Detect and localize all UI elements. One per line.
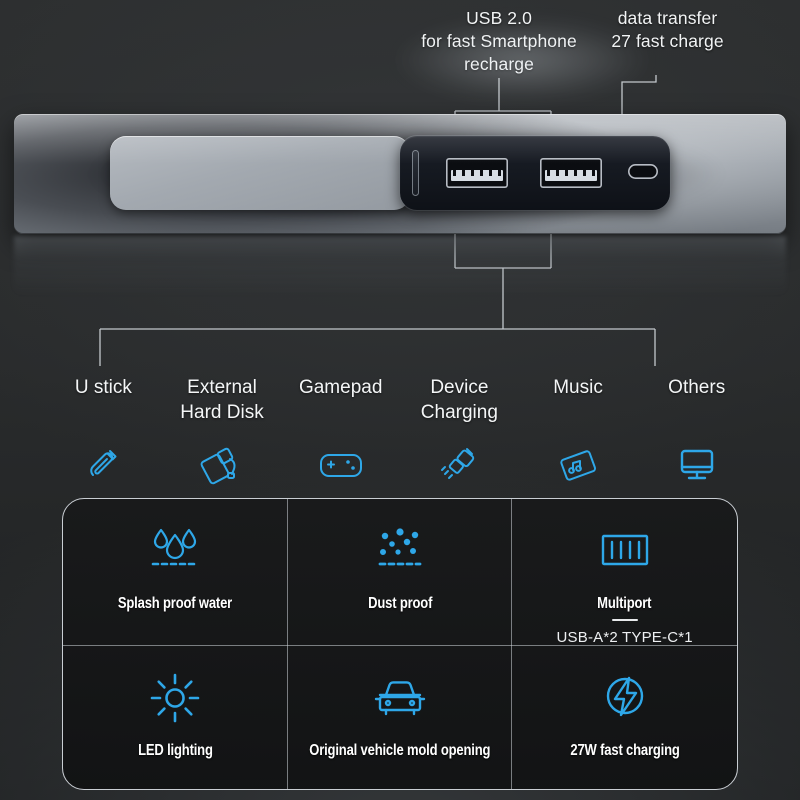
use-case-label: Gamepad	[298, 377, 383, 398]
device-reflection	[14, 236, 786, 296]
feature-led-lighting: LED lighting	[63, 646, 288, 789]
use-case-others: Others	[637, 376, 756, 486]
feature-grid: Splash proof water Dust proof Multiport …	[62, 498, 738, 790]
lightning-bolt-icon	[596, 664, 654, 732]
feature-27w-fast-charging: 27W fast charging	[512, 646, 737, 789]
feature-splash-proof-water: Splash proof water	[63, 499, 288, 646]
callout-label-type-c: data transfer 27 fast charge	[611, 8, 724, 52]
use-case-label: Music	[553, 377, 603, 398]
monitor-icon	[675, 444, 719, 486]
feature-sublabel: USB-A*2 TYPE-C*1	[556, 629, 693, 646]
use-case-label: External Hard Disk	[180, 377, 264, 423]
feature-dust-proof: Dust proof	[288, 499, 513, 646]
multiport-divider	[611, 619, 638, 621]
use-case-device-charging: Device Charging	[400, 376, 519, 486]
feature-label: Multiport	[597, 595, 652, 612]
infographic-background: USB 2.0 for fast Smartphone recharge dat…	[0, 0, 800, 800]
use-case-external-hard-disk: External Hard Disk	[163, 376, 282, 486]
use-case-gamepad: Gamepad	[281, 376, 400, 486]
usb-a-port-2	[540, 158, 602, 188]
feature-label: 27W fast charging	[570, 742, 680, 759]
use-case-label: U stick	[74, 377, 132, 398]
use-case-row: U stick External Hard Disk Gamepad Devic…	[44, 376, 756, 486]
feature-original-vehicle-mold-opening: Original vehicle mold opening	[288, 646, 513, 789]
port-panel	[400, 136, 670, 210]
usb-a-port-1	[446, 158, 508, 188]
feature-multiport: Multiport USB-A*2 TYPE-C*1	[512, 499, 737, 646]
ports-icon	[594, 517, 656, 585]
thin-slot	[412, 150, 419, 196]
use-case-u-stick: U stick	[44, 376, 163, 486]
usb-a-tongue	[451, 170, 503, 181]
water-drops-icon	[144, 517, 206, 585]
usb-c-port	[628, 164, 658, 179]
use-case-music: Music	[519, 376, 638, 486]
hard-disk-icon	[200, 444, 244, 486]
device-body	[14, 114, 786, 234]
callout-label-usb-ports: USB 2.0 for fast Smartphone recharge	[421, 8, 577, 75]
device-illustration	[14, 114, 786, 234]
gamepad-icon	[317, 444, 365, 486]
feature-label: Dust proof	[367, 595, 433, 612]
music-device-icon	[556, 444, 600, 486]
usb-flash-drive-icon	[83, 444, 123, 486]
feature-label: Splash proof water	[118, 595, 233, 612]
car-icon	[368, 664, 432, 732]
dust-particles-icon	[369, 517, 431, 585]
device-face-plate	[110, 136, 410, 210]
charging-cable-icon	[437, 444, 481, 486]
sun-icon	[146, 664, 204, 732]
feature-label: LED lighting	[137, 742, 213, 759]
use-case-label: Others	[668, 377, 726, 398]
feature-label: Original vehicle mold opening	[309, 742, 491, 759]
usb-a-tongue	[545, 170, 597, 181]
use-case-label: Device Charging	[420, 377, 498, 423]
